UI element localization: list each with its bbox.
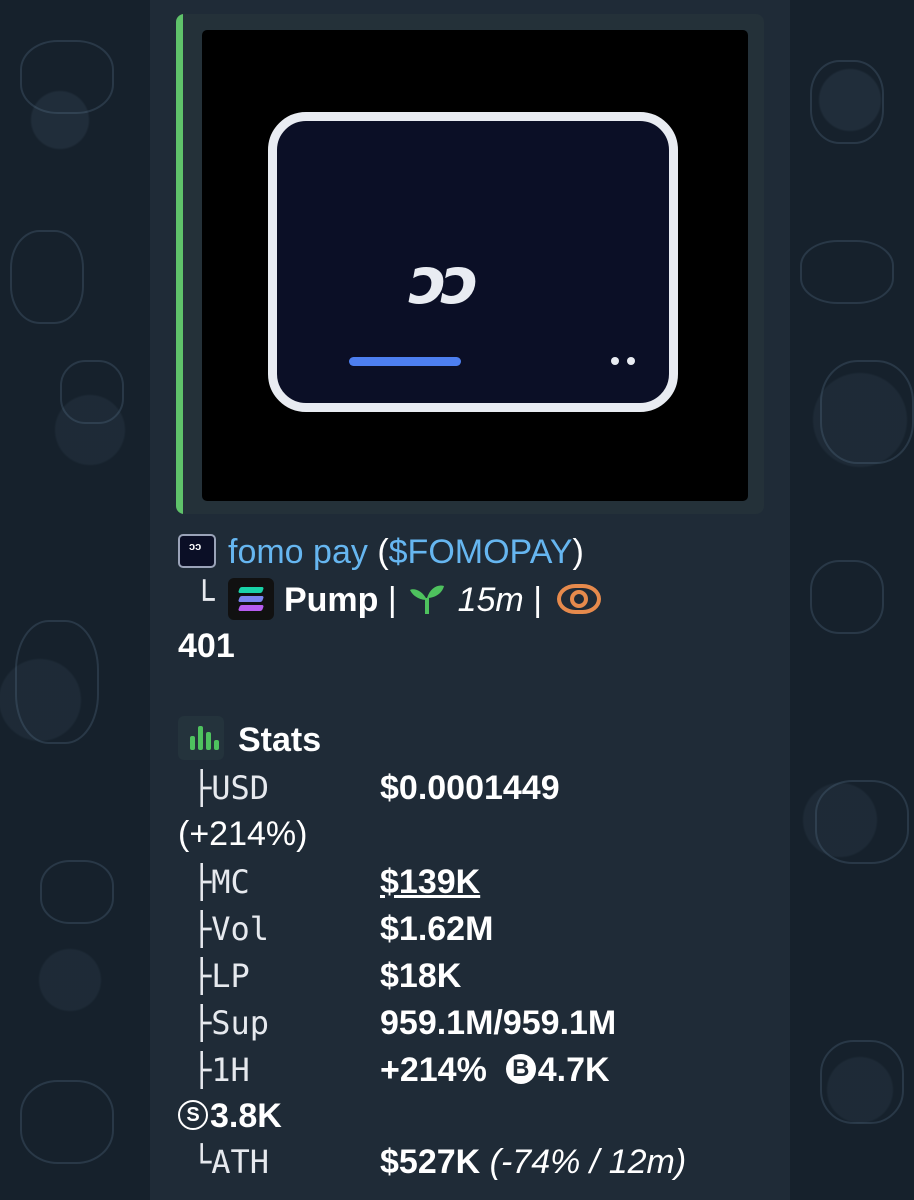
- stat-branch: ├: [192, 910, 212, 948]
- token-title-line: fomo pay ($FOMOPAY): [178, 530, 584, 574]
- bar-chart-icon: [178, 716, 224, 761]
- stat-branch: ├: [192, 957, 212, 995]
- stat-label-ath: ATH: [211, 1143, 270, 1181]
- stat-branch: ├: [192, 863, 212, 901]
- stat-ath-price: $527K: [380, 1143, 481, 1181]
- views-count: 401: [178, 627, 235, 665]
- stat-value-mc-link[interactable]: $139K: [380, 860, 480, 904]
- ticker-close: ): [572, 533, 584, 571]
- stat-row-1h: ├1H +214% B 4.7K: [192, 1048, 610, 1092]
- tree-branch-end: └: [194, 580, 215, 620]
- stats-title: Stats: [238, 721, 322, 759]
- stat-branch: ├: [192, 1051, 212, 1089]
- stat-branch: ├: [192, 769, 212, 807]
- solana-icon: [227, 578, 274, 621]
- stat-ath-detail: (-74% / 12m): [489, 1143, 687, 1181]
- card-graphic: ɔɔ: [268, 112, 678, 412]
- stat-usd-change: (+214%): [178, 815, 308, 853]
- stat-branch: ├: [192, 1004, 212, 1042]
- stat-1h-buys: 4.7K: [537, 1051, 610, 1089]
- stat-row-mc: ├MC $139K: [192, 860, 480, 904]
- card-progress-line: [349, 357, 461, 366]
- stat-value-vol: $1.62M: [380, 910, 494, 948]
- ticker-open: (: [377, 533, 389, 571]
- stat-value-lp: $18K: [380, 957, 462, 995]
- card-dot: [627, 357, 635, 365]
- stat-row-sup: ├Sup 959.1M/959.1M: [192, 1001, 616, 1045]
- stat-row-usd: ├USD $0.0001449: [192, 766, 560, 810]
- card-dot: [611, 357, 619, 365]
- age-value: 15m: [457, 581, 524, 619]
- stat-value-usd: $0.0001449: [380, 769, 560, 807]
- preview-image[interactable]: ɔɔ: [202, 30, 748, 501]
- sells-icon: S: [178, 1100, 208, 1131]
- token-name-link[interactable]: fomo pay: [228, 533, 368, 571]
- preview-accent-bar: [176, 14, 183, 514]
- platform-label: Pump: [283, 581, 379, 619]
- stat-value-ath: $527K (-74% / 12m): [380, 1140, 686, 1184]
- stats-heading: Stats: [178, 716, 322, 762]
- stat-label-vol: Vol: [211, 910, 270, 948]
- ticker-link[interactable]: $FOMOPAY: [389, 533, 573, 571]
- stat-value-1h: +214% B 4.7K: [380, 1048, 610, 1092]
- fomo-pay-logo: ɔɔ: [409, 245, 479, 319]
- buys-icon: B: [505, 1054, 536, 1085]
- stat-row-vol: ├Vol $1.62M: [192, 907, 493, 951]
- fomo-pay-token-icon: [178, 534, 216, 569]
- stat-label-usd: USD: [211, 769, 270, 807]
- stat-label-1h: 1H: [211, 1051, 250, 1089]
- stat-1h-sells-line: S 3.8K: [178, 1094, 282, 1138]
- stat-branch: └: [192, 1143, 212, 1181]
- separator: |: [387, 581, 397, 619]
- separator: |: [533, 581, 543, 619]
- token-meta-line: └ Pump | 15m |: [194, 578, 602, 622]
- stat-row-ath: └ATH $527K (-74% / 12m): [192, 1140, 686, 1184]
- stat-row-lp: ├LP $18K: [192, 954, 461, 998]
- stat-label-mc: MC: [211, 863, 250, 901]
- link-preview[interactable]: ɔɔ: [176, 14, 764, 514]
- stat-1h-change: +214%: [380, 1051, 487, 1089]
- sprout-icon: [410, 581, 453, 619]
- stat-label-lp: LP: [211, 957, 250, 995]
- stat-1h-sells: 3.8K: [210, 1097, 282, 1135]
- stat-value-sup: 959.1M/959.1M: [380, 1004, 617, 1042]
- eye-icon: [557, 584, 602, 615]
- stat-label-sup: Sup: [211, 1004, 270, 1042]
